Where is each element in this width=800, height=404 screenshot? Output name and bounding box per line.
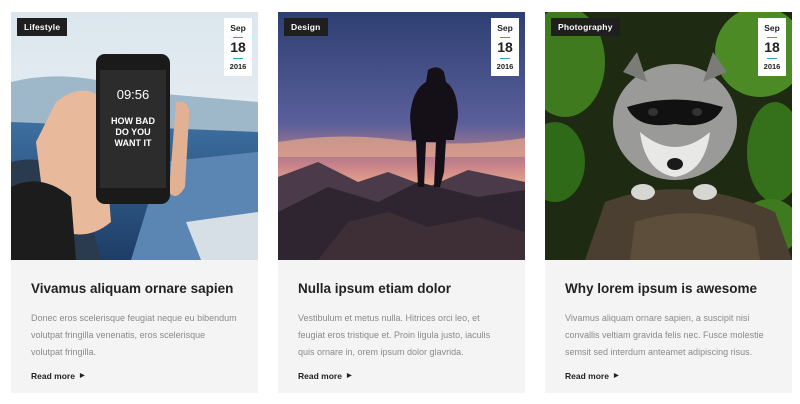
card-image[interactable]: Photography Sep 18 2016 <box>545 12 792 260</box>
read-more-link[interactable]: Read more ▶ <box>298 371 352 381</box>
read-more-link[interactable]: Read more ▶ <box>31 371 85 381</box>
date-badge: Sep 18 2016 <box>224 18 252 76</box>
caret-right-icon: ▶ <box>613 373 619 379</box>
date-month: Sep <box>497 23 513 33</box>
date-badge: Sep 18 2016 <box>758 18 786 76</box>
blog-card: Photography Sep 18 2016 Why lorem ipsum … <box>545 12 792 393</box>
date-divider <box>500 37 510 38</box>
blog-card-grid: 09:56 HOW BAD DO YOU WANT IT Lifestyle S… <box>0 0 800 404</box>
date-month: Sep <box>230 23 246 33</box>
date-year: 2016 <box>229 62 247 71</box>
card-image[interactable]: 09:56 HOW BAD DO YOU WANT IT Lifestyle S… <box>11 12 258 260</box>
date-day: 18 <box>230 39 246 55</box>
category-tag[interactable]: Design <box>284 18 328 36</box>
date-divider <box>767 58 777 59</box>
caret-right-icon: ▶ <box>79 373 85 379</box>
blog-card: Design Sep 18 2016 Nulla ipsum etiam dol… <box>278 12 525 393</box>
phone-line-1: HOW BAD <box>111 116 155 126</box>
card-image[interactable]: Design Sep 18 2016 <box>278 12 525 260</box>
read-more-label: Read more <box>298 371 342 381</box>
phone-line-3: WANT IT <box>115 138 152 148</box>
date-divider <box>767 37 777 38</box>
phone-time: 09:56 <box>117 87 150 102</box>
card-title[interactable]: Why lorem ipsum is awesome <box>565 280 772 298</box>
date-day: 18 <box>764 39 780 55</box>
date-year: 2016 <box>763 62 781 71</box>
read-more-label: Read more <box>31 371 75 381</box>
read-more-label: Read more <box>565 371 609 381</box>
card-title[interactable]: Vivamus aliquam ornare sapien <box>31 280 238 298</box>
date-day: 18 <box>497 39 513 55</box>
card-body: Vivamus aliquam ornare sapien Donec eros… <box>11 260 258 384</box>
date-divider <box>233 37 243 38</box>
date-divider <box>500 58 510 59</box>
date-month: Sep <box>764 23 780 33</box>
caret-right-icon: ▶ <box>346 373 352 379</box>
category-tag[interactable]: Lifestyle <box>17 18 68 36</box>
category-tag[interactable]: Photography <box>551 18 620 36</box>
blog-card: 09:56 HOW BAD DO YOU WANT IT Lifestyle S… <box>11 12 258 393</box>
card-body: Why lorem ipsum is awesome Vivamus aliqu… <box>545 260 792 384</box>
card-title[interactable]: Nulla ipsum etiam dolor <box>298 280 505 298</box>
date-divider <box>233 58 243 59</box>
phone-line-2: DO YOU <box>115 127 150 137</box>
card-body: Nulla ipsum etiam dolor Vestibulum et me… <box>278 260 525 384</box>
date-badge: Sep 18 2016 <box>491 18 519 76</box>
card-excerpt: Donec eros scelerisque feugiat neque eu … <box>31 313 237 357</box>
card-excerpt: Vestibulum et metus nulla. Hitrices orci… <box>298 313 491 357</box>
date-year: 2016 <box>496 62 514 71</box>
read-more-link[interactable]: Read more ▶ <box>565 371 619 381</box>
card-excerpt: Vivamus aliquam ornare sapien, a suscipi… <box>565 313 764 357</box>
